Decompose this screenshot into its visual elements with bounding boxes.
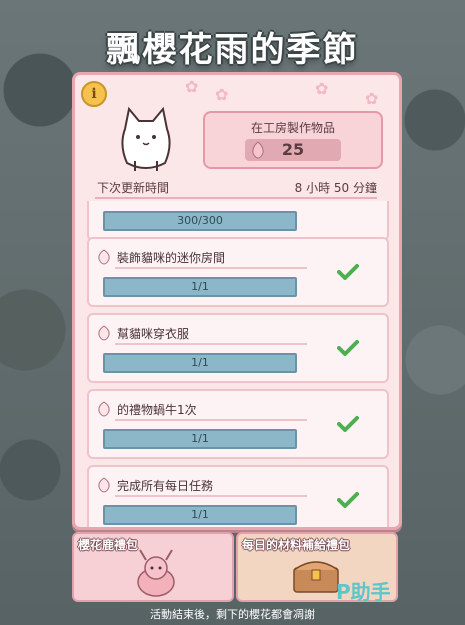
divider xyxy=(115,419,307,421)
sakura-petal-icon xyxy=(98,477,110,493)
refresh-timer: 下次更新時間 8 小時 50 分鐘 xyxy=(95,177,377,199)
watermark-logo: P助手 xyxy=(336,580,391,604)
task-progress-bar: 1/1 xyxy=(103,429,297,449)
blossom-decoration: ✿ xyxy=(215,85,229,104)
check-icon xyxy=(337,264,359,280)
divider xyxy=(115,495,307,497)
divider xyxy=(115,267,307,269)
blossom-decoration: ✿ xyxy=(315,79,329,98)
event-title: 飄櫻花雨的季節 xyxy=(106,30,359,70)
task-name: 完成所有每日任務 xyxy=(117,479,214,493)
sakura-petal-icon xyxy=(98,325,110,341)
sakura-petal-icon xyxy=(98,401,110,417)
task-progress-bar: 1/1 xyxy=(103,353,297,373)
task-list[interactable]: 300/300 裝飾貓咪的迷你房間 1/1 幫貓咪穿衣服 1/1 的禮物蝸牛1次… xyxy=(75,201,399,527)
bundle-label: 每日的材料補給禮包 xyxy=(242,538,351,552)
task-name: 幫貓咪穿衣服 xyxy=(117,327,190,341)
task-progress-bar: 1/1 xyxy=(103,505,297,525)
sakura-petal-icon xyxy=(98,249,110,265)
blossom-decoration: ✿ xyxy=(365,89,379,108)
task-card: 的禮物蝸牛1次 1/1 xyxy=(87,389,389,459)
task-name: 的禮物蝸牛1次 xyxy=(117,403,197,417)
cat-icon xyxy=(121,106,171,171)
blossom-decoration: ✿ xyxy=(185,77,199,96)
task-progress-bar: 1/1 xyxy=(103,277,297,297)
deer-icon xyxy=(137,549,175,597)
check-icon xyxy=(337,340,359,356)
task-name: 裝飾貓咪的迷你房間 xyxy=(117,251,226,265)
task-progress-bar: 300/300 xyxy=(103,211,297,231)
check-icon xyxy=(337,416,359,432)
divider xyxy=(115,343,307,345)
task-card: 300/300 xyxy=(87,201,389,241)
craft-label: 在工房製作物品 xyxy=(250,121,335,135)
footer-notice: 活動結束後，剩下的櫻花都會凋謝 xyxy=(150,608,315,621)
craft-task-box: 在工房製作物品 25 xyxy=(203,111,383,169)
check-icon xyxy=(337,492,359,508)
task-card: 完成所有每日任務 1/1 xyxy=(87,465,389,527)
task-card: 裝飾貓咪的迷你房間 1/1 xyxy=(87,237,389,307)
info-icon[interactable]: i xyxy=(81,81,107,107)
task-card: 幫貓咪穿衣服 1/1 xyxy=(87,313,389,383)
sakura-petal-icon xyxy=(252,141,264,159)
event-panel: ✿ ✿ ✿ ✿ i 在工房製作物品 25 下次更新時間 8 小時 50 分鐘 3… xyxy=(72,72,402,530)
refresh-value: 8 小時 50 分鐘 xyxy=(294,181,377,195)
refresh-label: 下次更新時間 xyxy=(97,181,170,195)
sakura-deer-bundle-button[interactable]: 櫻花鹿禮包 xyxy=(72,532,234,602)
